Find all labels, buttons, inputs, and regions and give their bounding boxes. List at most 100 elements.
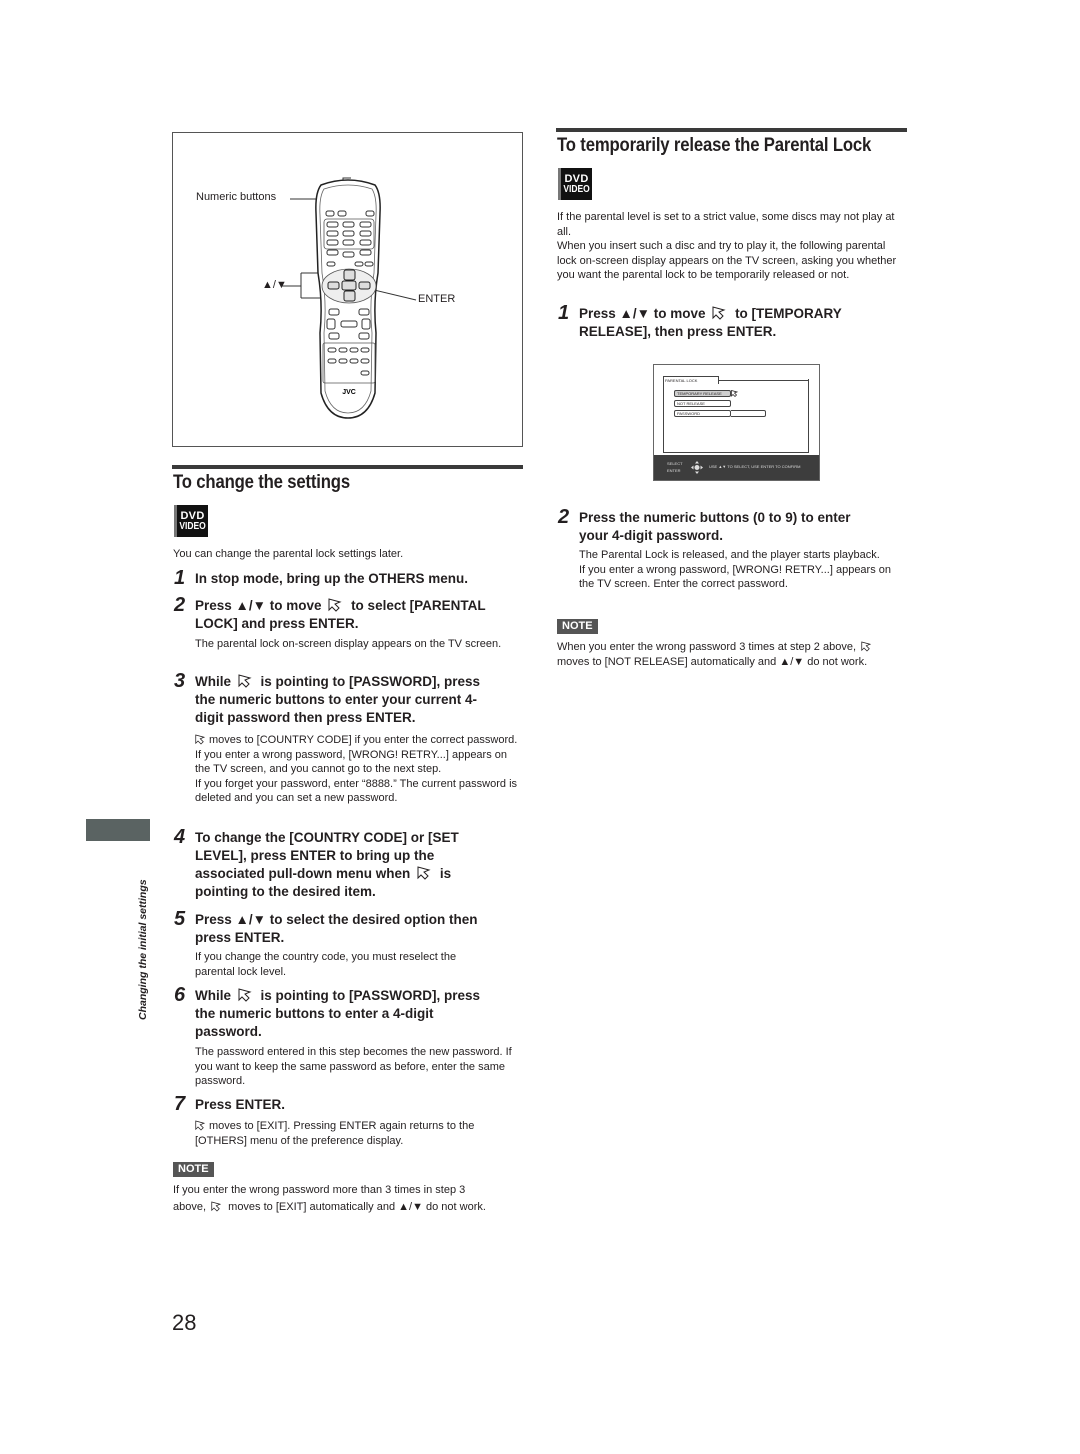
step-text: to select [PARENTAL [351,598,486,613]
jvc-logo: JVC [342,389,356,396]
step-text: digit password then press ENTER. [195,710,416,725]
osd-password-field[interactable] [731,410,766,417]
remote-control-figure: Numeric buttons ▲/▼ ENTER JVC [172,132,523,447]
temp-step-1: 1 Press ▲/▼ to move to [TEMPORARY RELEAS… [558,303,908,342]
step-3-detail: moves to [COUNTRY CODE] if you enter the… [195,733,523,806]
step-number: 2 [558,506,570,528]
cursor-pointer-icon [195,734,206,745]
dpad-icon [691,461,703,474]
osd-tab: PARENTAL LOCK [663,376,719,384]
cursor-pointer-icon [211,1201,222,1212]
step-6: 6 While is pointing to [PASSWORD], press… [174,984,524,1042]
step-number: 6 [174,984,186,1006]
step-2: 2 Press ▲/▼ to move to select [PARENTAL … [174,594,524,636]
intro-text: If the parental level is set to a strict… [557,210,907,283]
intro-paragraph: When you insert such a disc and try to p… [557,240,897,281]
step-2-detail: The parental lock on-screen display appe… [195,638,502,650]
step-text: LEVEL], press ENTER to bring up the [195,848,435,863]
step-text: your 4-digit password. [579,528,724,543]
osd-enter-label: ENTER [667,468,681,473]
step-text: Press ▲/▼ to select the desired option t… [195,912,478,927]
step-number: 5 [174,908,186,930]
step-4: 4 To change the [COUNTRY CODE] or [SET L… [174,826,524,902]
note-text: If you enter the wrong password more tha… [173,1182,523,1216]
step-text: Press ▲/▼ to move [579,306,706,321]
badge-line2: VIDEO [179,520,206,532]
step-text: the numeric buttons to enter your curren… [195,692,478,707]
step-5-detail: If you change the country code, you must… [195,951,457,978]
intro-paragraph: If the parental level is set to a strict… [557,211,895,238]
step-text: Press ENTER. [195,1097,286,1112]
detail-text: If you forget your password, enter “8888… [195,777,518,805]
cursor-pointer-icon [861,641,872,652]
temp-step-2: 2 Press the numeric buttons (0 to 9) to … [558,506,908,546]
note-badge: NOTE [557,619,598,634]
step-text: Press ▲/▼ to move [195,598,322,613]
step-text: While [195,674,231,689]
detail-text: moves to [EXIT]. Pressing ENTER again re… [195,1120,475,1147]
osd-item-password[interactable]: PASSWORD [674,410,731,417]
cursor-pointer-icon [238,988,252,1002]
osd-select-label: SELECT [667,461,683,466]
chapter-label: Changing the initial settings [137,879,149,1020]
dvd-video-badge: DVD VIDEO [174,505,208,537]
dvd-video-badge: DVD VIDEO [558,168,592,200]
badge-line2: VIDEO [563,183,590,195]
step-text: password. [195,1024,262,1039]
cursor-pointer-icon [417,866,431,880]
step-text: LOCK] and press ENTER. [195,616,359,631]
note-line: moves to [EXIT] automatically and ▲/▼ do… [228,1201,486,1213]
section-rule [172,465,523,469]
step-3: 3 While is pointing to [PASSWORD], press… [174,670,524,728]
osd-help-bar: SELECT ENTER USE ▲▼ TO SELECT, USE ENTER… [654,455,819,480]
step-7-detail: moves to [EXIT]. Pressing ENTER again re… [195,1119,515,1148]
step-number: 1 [174,567,186,589]
cursor-pointer-icon [238,674,252,688]
detail-text: If you enter a wrong password, [WRONG! R… [195,748,508,776]
step-5: 5 Press ▲/▼ to select the desired option… [174,908,524,948]
note-badge: NOTE [173,1162,214,1177]
cursor-pointer-icon [712,306,726,320]
cursor-pointer-icon [195,1120,206,1131]
osd-item-not-release[interactable]: NOT RELEASE [674,400,731,407]
step-number: 2 [174,594,186,616]
step-text: Press the numeric buttons (0 to 9) to en… [579,510,851,525]
chapter-tab [86,819,150,841]
section-title-change-settings: To change the settings [173,472,350,493]
note-line: When you enter the wrong password 3 time… [557,641,856,653]
osd-item-temporary-release[interactable]: TEMPORARY RELEASE [674,390,731,397]
step-number: 7 [174,1093,186,1115]
section-title-temporary-release: To temporarily release the Parental Lock [557,135,872,156]
osd-divider [719,380,809,381]
step-6-detail: The password entered in this step become… [195,1046,512,1087]
step-text: to [TEMPORARY [735,306,842,321]
detail-text: The Parental Lock is released, and the p… [579,549,880,561]
remote-control-illustration: JVC [281,177,417,419]
step-text: is [439,866,452,881]
cursor-pointer-icon [731,390,739,398]
detail-text: If you enter a wrong password, [WRONG! R… [579,563,892,591]
parental-lock-osd: PARENTAL LOCK TEMPORARY RELEASE NOT RELE… [653,364,820,481]
step-text: To change the [COUNTRY CODE] or [SET [195,830,459,845]
step-text: press ENTER. [195,930,285,945]
step-text: In stop mode, bring up the OTHERS menu. [195,571,468,586]
cursor-pointer-icon [328,598,342,612]
step-number: 4 [174,826,186,848]
step-text: RELEASE], then press ENTER. [579,324,777,339]
section-rule [556,128,907,132]
intro-text: You can change the parental lock setting… [173,548,404,560]
step-text: is pointing to [PASSWORD], press [260,674,481,689]
temp-step-2-detail: The Parental Lock is released, and the p… [579,548,907,592]
note-line: above, [173,1201,207,1213]
step-text: pointing to the desired item. [195,884,376,899]
note-line: If you enter the wrong password more tha… [173,1184,466,1196]
step-number: 3 [174,670,186,692]
detail-text: moves to [COUNTRY CODE] if you enter the… [209,734,518,746]
step-text: the numeric buttons to enter a 4-digit [195,1006,434,1021]
step-text: While [195,988,231,1003]
note-text: When you enter the wrong password 3 time… [557,640,909,669]
step-text: associated pull-down menu when [195,866,411,881]
page-number: 28 [172,1310,197,1335]
step-text: is pointing to [PASSWORD], press [260,988,481,1003]
note-line: moves to [NOT RELEASE] automatically and… [557,655,868,668]
